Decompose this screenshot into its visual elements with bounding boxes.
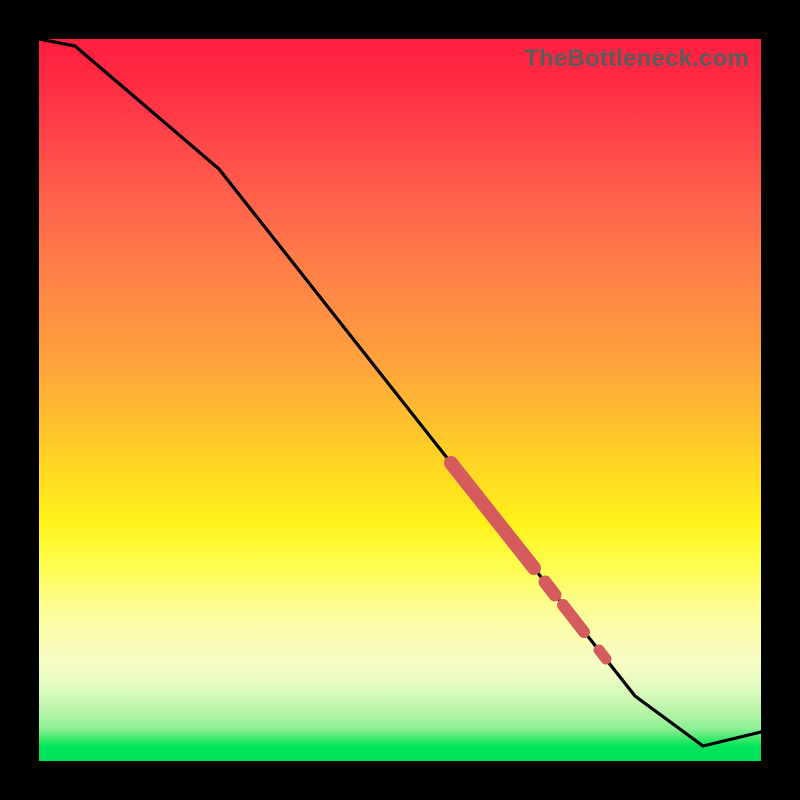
bottleneck-curve: [39, 39, 761, 746]
highlight-segment-2: [545, 582, 555, 595]
watermark-text: TheBottleneck.com: [524, 45, 749, 73]
chart-frame: TheBottleneck.com: [0, 0, 800, 800]
highlight-segment-3: [563, 605, 584, 632]
highlight-segment-4: [599, 650, 606, 659]
plot-area: TheBottleneck.com: [39, 39, 761, 761]
highlight-segment-1: [451, 463, 534, 568]
curve-layer: [39, 39, 761, 761]
